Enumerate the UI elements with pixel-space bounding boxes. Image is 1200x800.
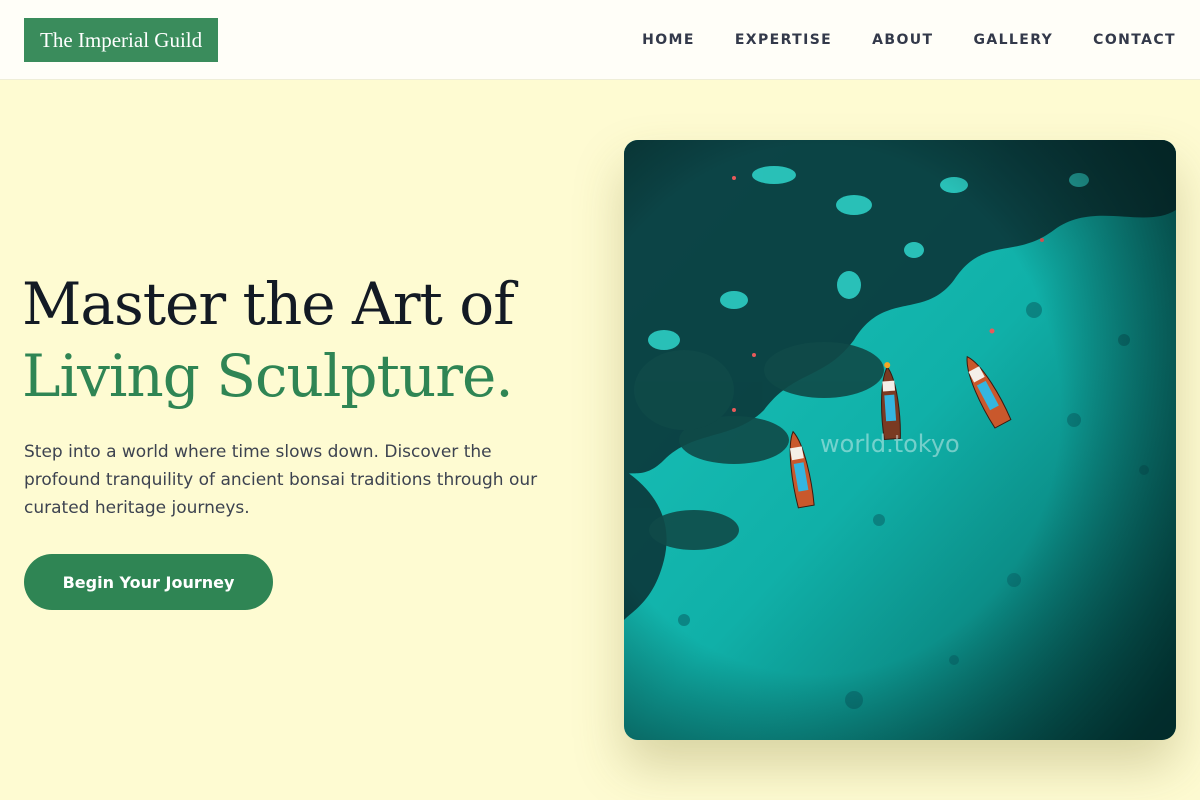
hero-image-aerial-boats: world.tokyo bbox=[624, 140, 1176, 740]
hero-title-line-2: Living Sculpture. bbox=[22, 342, 514, 410]
nav-item-gallery[interactable]: GALLERY bbox=[973, 32, 1053, 48]
nav-item-contact[interactable]: CONTACT bbox=[1093, 32, 1176, 48]
nav-item-about[interactable]: ABOUT bbox=[872, 32, 933, 48]
brand-logo[interactable]: The Imperial Guild bbox=[24, 18, 219, 62]
nav-item-home[interactable]: HOME bbox=[642, 32, 695, 48]
image-watermark: world.tokyo bbox=[820, 430, 960, 458]
nav-item-expertise[interactable]: EXPERTISE bbox=[735, 32, 832, 48]
hero-title: Master the Art of Living Sculpture. bbox=[22, 268, 515, 412]
hero-description: Step into a world where time slows down.… bbox=[24, 442, 538, 518]
site-header: The Imperial Guild HOME EXPERTISE ABOUT … bbox=[0, 0, 1200, 80]
hero-title-line-1: Master the Art of bbox=[22, 270, 515, 338]
begin-journey-button[interactable]: Begin Your Journey bbox=[24, 554, 273, 610]
aerial-sea-illustration: world.tokyo bbox=[624, 140, 1176, 740]
main-nav: HOME EXPERTISE ABOUT GALLERY CONTACT bbox=[602, 0, 1176, 80]
